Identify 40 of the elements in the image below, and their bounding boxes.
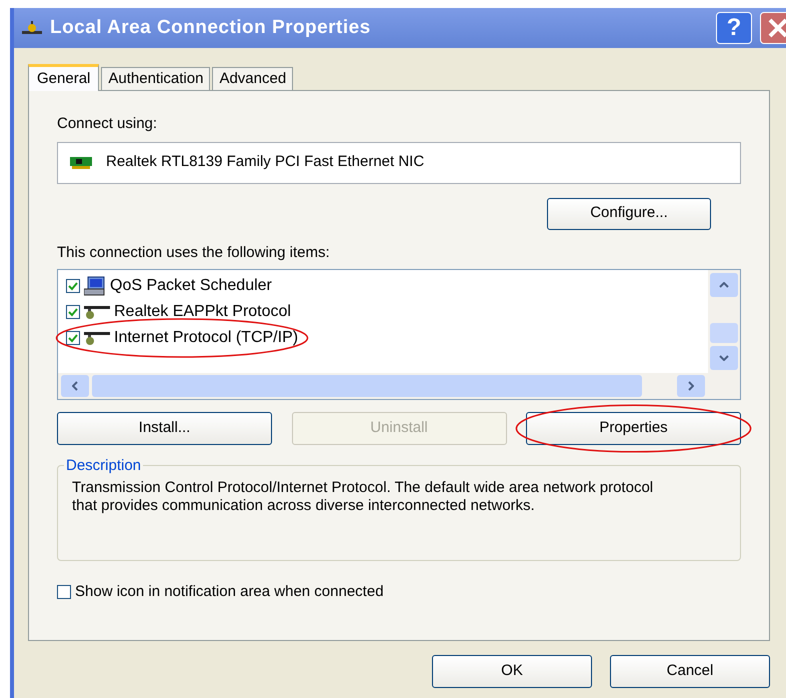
close-icon <box>767 17 786 39</box>
chevron-right-icon <box>688 381 694 391</box>
checkbox[interactable] <box>66 331 80 345</box>
network-cable-icon <box>84 304 110 320</box>
action-button[interactable]: Properties <box>526 412 741 445</box>
checkbox-label: Show icon in notification area when connected <box>75 582 384 602</box>
dialog-button[interactable]: Cancel <box>610 655 770 688</box>
vertical-scrollbar[interactable] <box>708 270 740 373</box>
checkbox[interactable] <box>57 585 71 600</box>
network-card-icon <box>70 156 92 168</box>
list-item[interactable]: Realtek EAPPkt Protocol <box>114 300 291 324</box>
chevron-up-icon <box>719 282 729 288</box>
tab[interactable]: General <box>28 64 100 91</box>
computer-icon <box>84 276 106 296</box>
dialog-button[interactable]: OK <box>432 655 592 688</box>
chevron-down-icon <box>719 355 729 361</box>
checkbox[interactable] <box>66 305 80 319</box>
horizontal-scrollbar[interactable] <box>58 373 740 399</box>
scroll-thumb[interactable] <box>710 323 738 343</box>
scroll-down-button[interactable] <box>710 346 738 370</box>
scroll-up-button[interactable] <box>710 273 738 297</box>
configure-button[interactable]: Configure... <box>547 198 711 230</box>
connect-using-label: Connect using: <box>57 114 158 134</box>
description-text: Transmission Control Protocol/Internet Protocol. The default wide area network protocol that provides communication across diverse interconnected networks. <box>72 479 654 515</box>
chevron-left-icon <box>72 381 78 391</box>
network-icon <box>22 20 42 36</box>
scroll-left-button[interactable] <box>61 375 89 397</box>
checkbox[interactable] <box>66 279 80 293</box>
close-button[interactable] <box>760 12 786 44</box>
window-title: Local Area Connection Properties <box>50 16 372 40</box>
items-label: This connection uses the following items: <box>57 242 331 262</box>
tab[interactable]: Advanced <box>212 67 294 91</box>
adapter-name: Realtek RTL8139 Family PCI Fast Ethernet NIC <box>106 152 424 172</box>
action-button[interactable]: Install... <box>57 412 272 445</box>
scroll-right-button[interactable] <box>677 375 705 397</box>
tab[interactable]: Authentication <box>101 67 210 91</box>
scroll-thumb[interactable] <box>92 375 642 397</box>
list-item[interactable]: QoS Packet Scheduler <box>110 274 272 298</box>
help-button[interactable]: ? <box>716 12 752 44</box>
network-cable-icon <box>84 330 110 346</box>
